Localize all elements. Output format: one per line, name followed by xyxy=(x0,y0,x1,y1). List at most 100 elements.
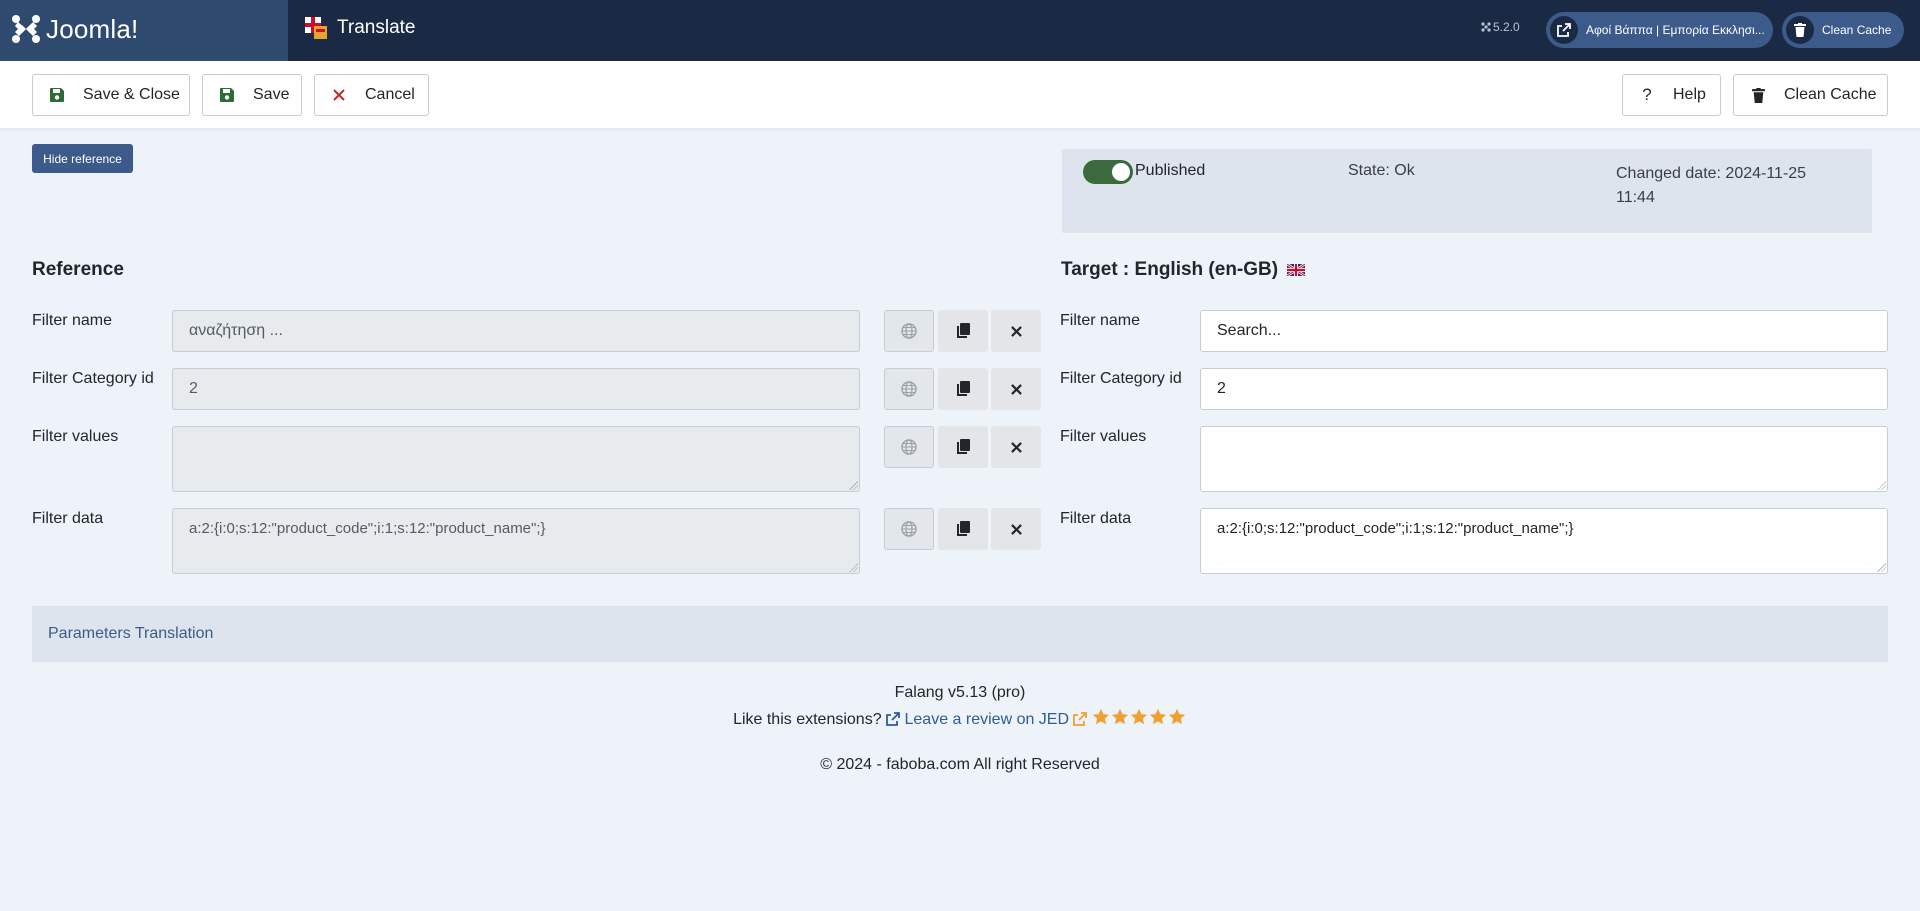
header-clean-cache-label: Clean Cache xyxy=(1822,23,1892,37)
resize-handle[interactable] xyxy=(849,481,858,490)
save-close-button[interactable]: Save & Close xyxy=(32,74,190,116)
clear-button[interactable] xyxy=(991,368,1041,410)
ref-filter-name-label: Filter name xyxy=(32,312,113,329)
top-header: Joomla! Translate 5.2.0 Αφοί Βάππα | Εμπ… xyxy=(0,0,1920,61)
footer-copyright: © 2024 - faboba.com All right Reserved xyxy=(820,756,1100,773)
globe-icon xyxy=(901,381,917,397)
changed-date: Changed date: 2024-11-25 11:44 xyxy=(1616,165,1807,206)
parameters-translation-toggle[interactable]: Parameters Translation xyxy=(32,606,1888,662)
globe-icon xyxy=(901,521,917,537)
uk-flag-icon xyxy=(1287,264,1306,276)
joomla-logo-text: Joomla! xyxy=(46,14,139,44)
resize-handle[interactable] xyxy=(1877,563,1886,572)
ref-filter-values-field xyxy=(172,426,860,492)
joomla-logo-icon xyxy=(12,15,40,43)
reference-title: Reference xyxy=(32,259,124,280)
header-clean-cache-button[interactable]: Clean Cache xyxy=(1782,12,1904,48)
close-icon xyxy=(331,87,347,103)
tgt-filter-name-label: Filter name xyxy=(1060,312,1141,329)
clear-button[interactable] xyxy=(991,310,1041,352)
ref-filter-values-label: Filter values xyxy=(32,428,119,445)
action-toolbar: Save & Close Save Cancel ? Help Clean Ca… xyxy=(0,61,1920,128)
translate-globe-button[interactable] xyxy=(884,426,934,468)
parameters-translation-label: Parameters Translation xyxy=(48,625,214,642)
star-icon xyxy=(1130,708,1148,725)
close-icon xyxy=(1010,441,1022,453)
cancel-label: Cancel xyxy=(365,86,415,103)
copy-icon xyxy=(957,439,970,454)
close-icon xyxy=(1010,383,1022,395)
review-link[interactable]: Leave a review on JED xyxy=(886,711,1088,728)
ref-filter-name-field: αναζήτηση ... xyxy=(172,310,860,352)
tgt-filter-data-text: a:2:{i:0;s:12:"product_code";i:1;s:12:"p… xyxy=(1217,520,1574,537)
save-button[interactable]: Save xyxy=(202,74,302,116)
tgt-filter-category-input[interactable]: 2 xyxy=(1200,368,1888,410)
external-link-icon xyxy=(886,712,900,726)
save-icon xyxy=(49,87,65,103)
clean-cache-label: Clean Cache xyxy=(1784,86,1877,103)
ref-filter-data-text: a:2:{i:0;s:12:"product_code";i:1;s:12:"p… xyxy=(189,520,546,537)
copy-button[interactable] xyxy=(938,508,988,550)
clear-button[interactable] xyxy=(991,508,1041,550)
tgt-filter-values-textarea[interactable] xyxy=(1200,426,1888,492)
joomla-version: 5.2.0 xyxy=(1481,20,1520,34)
ref-filter-data-field: a:2:{i:0;s:12:"product_code";i:1;s:12:"p… xyxy=(172,508,860,574)
target-title-wrap: Target : English (en-GB) xyxy=(1061,259,1306,281)
clean-cache-button[interactable]: Clean Cache xyxy=(1733,74,1888,116)
external-link-icon xyxy=(1550,16,1578,44)
joomla-brand[interactable]: Joomla! xyxy=(0,0,288,61)
ref-filter-category-label: Filter Category id xyxy=(32,370,154,387)
review-link-text: Leave a review on JED xyxy=(904,711,1070,728)
help-label: Help xyxy=(1673,86,1706,103)
hide-reference-button[interactable]: Hide reference xyxy=(32,144,133,173)
resize-handle[interactable] xyxy=(849,563,858,572)
resize-handle[interactable] xyxy=(1877,481,1886,490)
copy-button[interactable] xyxy=(938,426,988,468)
published-label: Published xyxy=(1135,162,1206,179)
rating-stars xyxy=(1092,708,1187,731)
star-icon xyxy=(1092,708,1110,725)
save-icon xyxy=(219,87,235,103)
version-number: 5.2.0 xyxy=(1493,20,1520,34)
help-button[interactable]: ? Help xyxy=(1622,74,1721,116)
star-icon xyxy=(1168,708,1186,725)
trash-icon xyxy=(1750,87,1766,103)
site-name: Αφοί Βάππα | Εμπορία Εκκλησι... xyxy=(1586,23,1765,37)
copy-icon xyxy=(957,381,970,396)
published-toggle[interactable] xyxy=(1083,160,1133,184)
star-icon xyxy=(1149,708,1167,725)
globe-icon xyxy=(901,439,917,455)
save-label: Save xyxy=(253,86,290,103)
tgt-filter-data-label: Filter data xyxy=(1060,510,1132,527)
globe-icon xyxy=(901,323,917,339)
close-icon xyxy=(1010,325,1022,337)
copy-icon xyxy=(957,323,970,338)
footer-product: Falang v5.13 (pro) xyxy=(894,684,1026,701)
translate-globe-button[interactable] xyxy=(884,508,934,550)
translate-flag-icon xyxy=(305,17,327,39)
joomla-small-icon xyxy=(1481,22,1491,32)
tgt-filter-category-label: Filter Category id xyxy=(1060,370,1182,387)
tgt-filter-data-textarea[interactable]: a:2:{i:0;s:12:"product_code";i:1;s:12:"p… xyxy=(1200,508,1888,574)
tgt-filter-values-label: Filter values xyxy=(1060,428,1147,445)
save-close-label: Save & Close xyxy=(83,86,180,103)
footer-review-line: Like this extensions? Leave a review on … xyxy=(0,708,1920,731)
status-panel: Published State: Ok Changed date: 2024-1… xyxy=(1062,149,1872,233)
view-site-button[interactable]: Αφοί Βάππα | Εμπορία Εκκλησι... xyxy=(1546,12,1773,48)
close-icon xyxy=(1010,523,1022,535)
copy-button[interactable] xyxy=(938,368,988,410)
ref-filter-data-label: Filter data xyxy=(32,510,104,527)
translate-globe-button[interactable] xyxy=(884,310,934,352)
external-link-icon xyxy=(1073,712,1088,726)
tgt-filter-name-input[interactable]: Search... xyxy=(1200,310,1888,352)
copy-icon xyxy=(957,521,970,536)
trash-icon xyxy=(1786,16,1814,44)
cancel-button[interactable]: Cancel xyxy=(314,74,429,116)
state-text: State: Ok xyxy=(1348,162,1415,179)
translate-globe-button[interactable] xyxy=(884,368,934,410)
page-title: Translate xyxy=(337,17,416,38)
clear-button[interactable] xyxy=(991,426,1041,468)
copy-button[interactable] xyxy=(938,310,988,352)
ref-filter-category-field: 2 xyxy=(172,368,860,410)
target-title: Target : English (en-GB) xyxy=(1061,259,1279,280)
